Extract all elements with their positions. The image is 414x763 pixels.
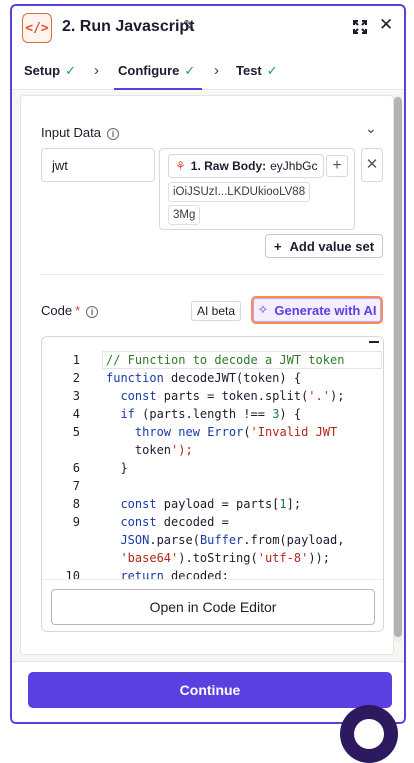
line-number: 9 [72, 515, 80, 529]
code-lines: 1 // Function to decode a JWT token 2 funct… [42, 351, 383, 585]
editor-footer: Open in Code Editor [42, 579, 383, 631]
code-line: 6 } [42, 459, 383, 477]
code-line: 'base64').toString('utf-8')); [42, 549, 383, 567]
continue-button[interactable]: Continue [28, 672, 392, 708]
input-key-field[interactable]: jwt [41, 148, 155, 182]
code-label-text: Code [41, 303, 73, 318]
remove-field-button[interactable]: ✕ [361, 148, 383, 182]
input-value-field[interactable]: ⚘ 1. Raw Body: eyJhbGc + iOiJSUzI...LKDU… [159, 148, 355, 230]
active-tab-indicator [114, 88, 202, 90]
input-data-label: Input Data i [41, 125, 119, 140]
pill-label: 1. Raw Body: [190, 159, 267, 173]
step-tabs: Setup ✓ › Configure ✓ › Test ✓ [12, 54, 404, 90]
value-chunk: iOiJSUzI...LKDUkiooLV88 [168, 182, 311, 202]
chevron-right-icon: › [214, 62, 219, 79]
webhook-icon: ⚘ [175, 159, 186, 173]
config-card: Input Data i ⌄ jwt ⚘ 1. Raw Body: eyJhbGc… [20, 95, 394, 655]
code-line: 5 throw new Error('Invalid JWT [42, 423, 383, 441]
code-text: throw new Error('Invalid JWT [134, 425, 338, 439]
code-line: token'); [42, 441, 383, 459]
expand-icon[interactable] [352, 19, 368, 35]
tab-setup-label: Setup [24, 63, 61, 78]
open-code-editor-button[interactable]: Open in Code Editor [51, 589, 375, 625]
code-text: // Function to decode a JWT token [106, 353, 345, 367]
code-line: 7 [42, 477, 383, 495]
panel-header: </> 2. Run Javascript ✎ ✕ [12, 6, 404, 50]
code-line: 9 const decoded = [42, 513, 383, 531]
code-text: } [106, 461, 128, 475]
step-title[interactable]: 2. Run Javascript [62, 18, 195, 36]
code-line: 8 const payload = parts[1]; [42, 495, 383, 513]
code-text: function decodeJWT(token) { [106, 371, 302, 385]
pencil-icon[interactable]: ✎ [183, 17, 195, 34]
code-line: 1 // Function to decode a JWT token [42, 351, 383, 369]
help-launcher-button[interactable] [340, 705, 398, 763]
info-icon[interactable]: i [86, 306, 99, 318]
code-label: Code * i [41, 303, 99, 318]
plus-icon: + [273, 238, 282, 254]
close-icon[interactable]: ✕ [379, 15, 393, 35]
check-icon: ✓ [65, 63, 77, 78]
line-number: 1 [72, 353, 80, 367]
line-number: 7 [72, 479, 80, 493]
insert-data-button[interactable]: + [326, 155, 348, 177]
check-icon: ✓ [266, 63, 278, 78]
divider [41, 274, 383, 275]
value-chunk: 3Mg [168, 205, 201, 225]
step-panel: </> 2. Run Javascript ✎ ✕ Setup ✓ › Confi… [10, 4, 406, 724]
tab-test[interactable]: Test ✓ [236, 63, 278, 79]
generate-with-ai-label: Generate with AI [274, 302, 377, 318]
line-number: 2 [72, 371, 80, 385]
code-icon: </> [22, 13, 52, 43]
chevron-right-icon: › [94, 62, 99, 79]
pill-value: eyJhbGc [270, 159, 318, 173]
line-number: 8 [72, 497, 80, 511]
code-line: 4 if (parts.length !== 3) { [42, 405, 383, 423]
sparkle-icon: ✧ [257, 302, 269, 317]
code-text: if (parts.length !== 3) { [120, 407, 302, 421]
info-icon[interactable]: i [107, 128, 119, 140]
code-line: 3 const parts = token.split('.'); [42, 387, 383, 405]
line-number: 6 [72, 461, 80, 475]
code-text: 'base64').toString('utf-8')); [120, 551, 330, 565]
required-marker: * [75, 303, 81, 318]
input-data-label-text: Input Data [41, 125, 101, 140]
line-number: 3 [72, 389, 80, 403]
code-text: token'); [106, 443, 193, 457]
panel-footer: Continue [12, 661, 404, 722]
code-text: const parts = token.split('.'); [120, 389, 345, 403]
help-launcher-icon [354, 719, 384, 749]
line-number: 4 [72, 407, 80, 421]
code-line: 2 function decodeJWT(token) { [42, 369, 383, 387]
content-area: Input Data i ⌄ jwt ⚘ 1. Raw Body: eyJhbGc… [12, 91, 404, 661]
chevron-down-icon[interactable]: ⌄ [365, 120, 377, 137]
ai-beta-badge: AI beta [191, 301, 242, 321]
code-text: const decoded = [120, 515, 229, 529]
check-icon: ✓ [184, 63, 196, 78]
editor-scroll-indicator[interactable] [369, 341, 379, 343]
tab-configure[interactable]: Configure ✓ [118, 63, 195, 79]
tab-setup[interactable]: Setup ✓ [24, 63, 76, 79]
tab-test-label: Test [236, 63, 262, 78]
line-number: 5 [72, 425, 80, 439]
code-text: JSON.parse(Buffer.from(payload, [120, 533, 345, 547]
tab-configure-label: Configure [118, 63, 180, 78]
code-editor[interactable]: 1 // Function to decode a JWT token 2 funct… [41, 336, 384, 632]
scrollbar-thumb[interactable] [394, 97, 402, 637]
add-value-set-label: Add value set [289, 238, 375, 254]
raw-body-pill[interactable]: ⚘ 1. Raw Body: eyJhbGc [168, 154, 325, 178]
code-line: JSON.parse(Buffer.from(payload, [42, 531, 383, 549]
add-value-set-button[interactable]: + Add value set [265, 234, 383, 258]
generate-with-ai-button[interactable]: ✧ Generate with AI [251, 296, 383, 324]
code-text: const payload = parts[1]; [120, 497, 302, 511]
